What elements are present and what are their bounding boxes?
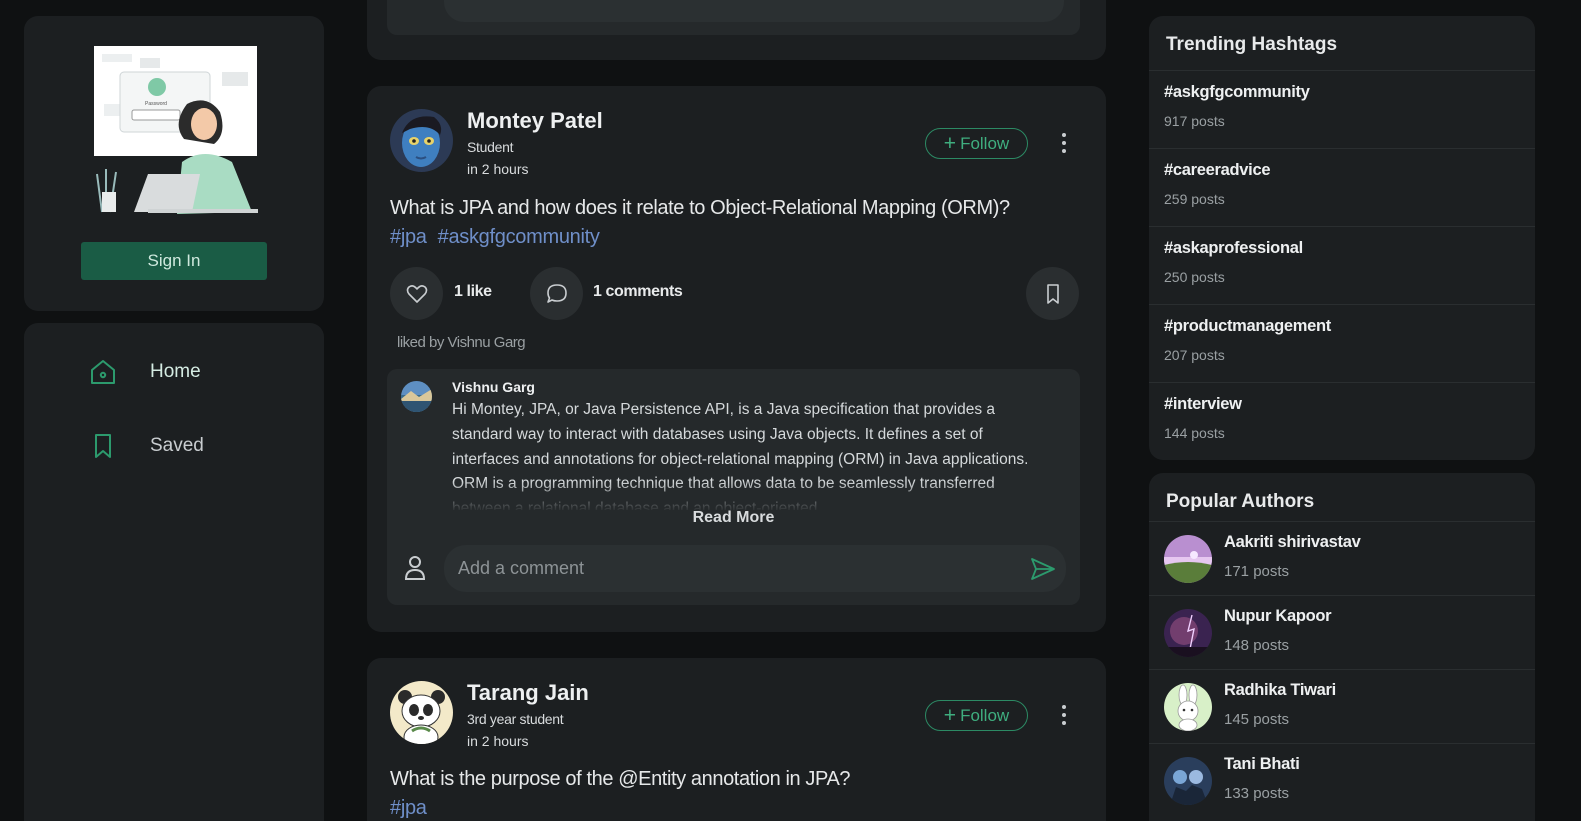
avatar xyxy=(1164,683,1212,731)
author-post-count: 133 posts xyxy=(1224,785,1290,802)
author-name: Radhika Tiwari xyxy=(1224,681,1336,699)
hashtag-item[interactable]: #careeradvice 259 posts xyxy=(1149,148,1535,226)
author-name[interactable]: Montey Patel xyxy=(467,108,603,134)
trending-title: Trending Hashtags xyxy=(1166,34,1338,55)
hashtag-label: #askaprofessional xyxy=(1164,239,1303,257)
post-tags: #jpa #askgfgcommunity xyxy=(390,226,600,249)
comment-icon xyxy=(546,283,567,303)
comment-count[interactable]: 1 comments xyxy=(593,283,683,301)
plus-icon: + xyxy=(943,132,957,155)
author-item[interactable]: Aakriti shirivastav 171 posts xyxy=(1149,521,1535,595)
comment-button[interactable] xyxy=(530,267,583,320)
commenter-avatar[interactable] xyxy=(401,381,432,412)
avatar[interactable] xyxy=(390,109,453,172)
sidebar-nav: Home Saved xyxy=(24,323,324,821)
svg-text:Password: Password xyxy=(145,101,167,107)
commenter-name[interactable]: Vishnu Garg xyxy=(452,379,535,395)
more-options-icon[interactable] xyxy=(1057,702,1071,728)
comment-section xyxy=(387,0,1080,35)
post-time: in 2 hours xyxy=(467,733,529,749)
avatar xyxy=(1164,609,1212,657)
popular-authors-card: Popular Authors Aakriti shirivastav 171 … xyxy=(1149,473,1535,821)
hashtag-label: #askgfgcommunity xyxy=(1164,83,1310,101)
author-role: Student xyxy=(467,139,514,155)
tag-link[interactable]: #askgfgcommunity xyxy=(438,226,600,249)
bookmark-button[interactable] xyxy=(1026,267,1079,320)
hashtag-list: #askgfgcommunity 917 posts #careeradvice… xyxy=(1149,70,1535,460)
comment-input[interactable] xyxy=(444,545,1066,592)
login-illustration: Password xyxy=(92,46,258,214)
author-post-count: 148 posts xyxy=(1224,637,1290,654)
sidebar-item-saved[interactable]: Saved xyxy=(88,431,204,461)
like-button[interactable] xyxy=(390,267,443,320)
author-post-count: 145 posts xyxy=(1224,711,1290,728)
follow-button[interactable]: + Follow xyxy=(925,128,1028,159)
hashtag-count: 917 posts xyxy=(1164,113,1225,129)
liked-by-text: liked by Vishnu Garg xyxy=(397,334,526,351)
tag-link[interactable]: #jpa xyxy=(390,226,427,249)
comment-section: Vishnu Garg Hi Montey, JPA, or Java Pers… xyxy=(387,369,1080,605)
post-card: Tarang Jain 3rd year student in 2 hours … xyxy=(367,658,1106,821)
hashtag-item[interactable]: #interview 144 posts xyxy=(1149,382,1535,460)
heart-icon xyxy=(406,284,427,303)
hashtag-count: 144 posts xyxy=(1164,425,1225,441)
post-card: Montey Patel Student in 2 hours + Follow… xyxy=(367,86,1106,632)
trending-hashtags-card: Trending Hashtags #askgfgcommunity 917 p… xyxy=(1149,16,1535,460)
post-card xyxy=(367,0,1106,60)
author-name: Tani Bhati xyxy=(1224,755,1300,773)
hashtag-count: 259 posts xyxy=(1164,191,1225,207)
post-tags: #jpa xyxy=(390,797,427,820)
more-options-icon[interactable] xyxy=(1057,130,1071,156)
avatar xyxy=(1164,535,1212,583)
author-item[interactable]: Radhika Tiwari 145 posts xyxy=(1149,669,1535,743)
author-name: Nupur Kapoor xyxy=(1224,607,1332,625)
comment-input[interactable] xyxy=(444,0,1064,22)
like-count[interactable]: 1 like xyxy=(454,283,492,301)
author-role: 3rd year student xyxy=(467,711,564,727)
follow-label: Follow xyxy=(960,705,1010,725)
hashtag-count: 207 posts xyxy=(1164,347,1225,363)
author-list: Aakriti shirivastav 171 posts Nupur Kapo… xyxy=(1149,521,1535,817)
follow-button[interactable]: + Follow xyxy=(925,700,1028,731)
author-name[interactable]: Tarang Jain xyxy=(467,680,589,706)
read-more-link[interactable]: Read More xyxy=(387,509,1080,527)
bookmark-icon xyxy=(95,434,111,458)
follow-label: Follow xyxy=(960,133,1010,153)
author-item[interactable]: Nupur Kapoor 148 posts xyxy=(1149,595,1535,669)
author-name: Aakriti shirivastav xyxy=(1224,533,1361,551)
signin-card: Password Sign In xyxy=(24,16,324,311)
authors-title: Popular Authors xyxy=(1166,491,1315,512)
tag-link[interactable]: #jpa xyxy=(390,797,427,820)
post-time: in 2 hours xyxy=(467,161,529,177)
hashtag-item[interactable]: #productmanagement 207 posts xyxy=(1149,304,1535,382)
post-question[interactable]: What is JPA and how does it relate to Ob… xyxy=(390,197,1010,220)
bookmark-icon xyxy=(1046,283,1059,304)
sidebar-item-label: Saved xyxy=(150,435,204,456)
post-question[interactable]: What is the purpose of the @Entity annot… xyxy=(390,768,851,791)
hashtag-item[interactable]: #askaprofessional 250 posts xyxy=(1149,226,1535,304)
avatar[interactable] xyxy=(390,681,453,744)
send-icon[interactable] xyxy=(1030,557,1056,581)
hashtag-count: 250 posts xyxy=(1164,269,1225,285)
hashtag-label: #productmanagement xyxy=(1164,317,1331,335)
hashtag-item[interactable]: #askgfgcommunity 917 posts xyxy=(1149,70,1535,148)
author-post-count: 171 posts xyxy=(1224,563,1290,580)
user-icon xyxy=(404,556,426,580)
sidebar-item-home[interactable]: Home xyxy=(88,357,201,387)
signin-button[interactable]: Sign In xyxy=(81,242,267,280)
hashtag-label: #careeradvice xyxy=(1164,161,1271,179)
author-item[interactable]: Tani Bhati 133 posts xyxy=(1149,743,1535,817)
avatar xyxy=(1164,757,1212,805)
sidebar-item-label: Home xyxy=(150,361,201,382)
plus-icon: + xyxy=(943,704,957,727)
home-icon xyxy=(91,360,115,384)
hashtag-label: #interview xyxy=(1164,395,1242,413)
